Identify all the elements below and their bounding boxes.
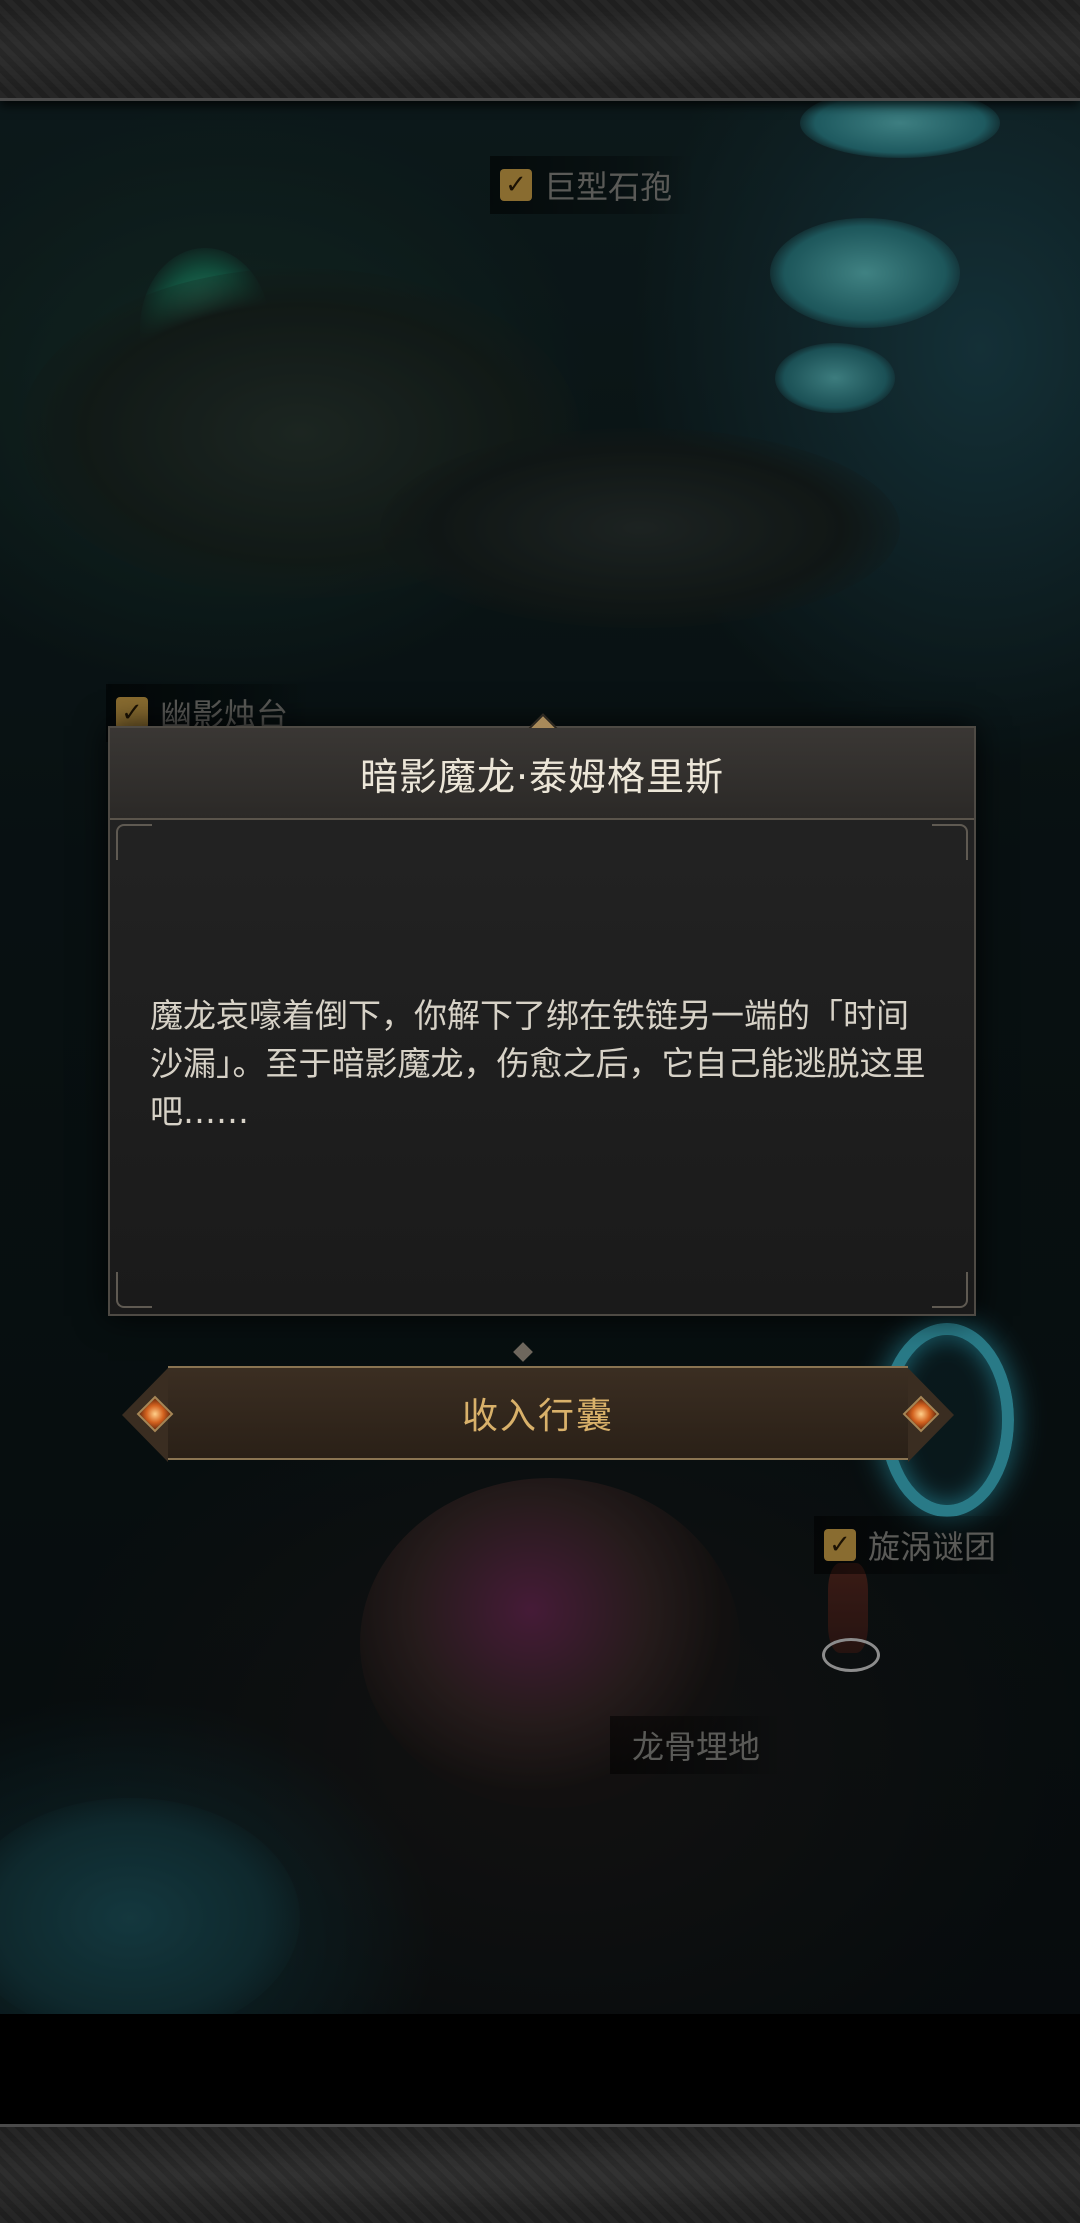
collect-to-bag-button[interactable]: 收入行囊	[122, 1366, 954, 1462]
corner-ornament	[932, 824, 968, 860]
corner-ornament	[116, 1272, 152, 1308]
top-ornate-frame	[0, 0, 1080, 101]
dialog-title: 暗影魔龙·泰姆格里斯	[359, 754, 725, 799]
bottom-ornate-frame	[0, 2124, 1080, 2223]
corner-ornament	[116, 824, 152, 860]
bottom-black-strip	[0, 2014, 1080, 2124]
event-dialog: 暗影魔龙·泰姆格里斯 魔龙哀嚎着倒下，你解下了绑在铁链另一端的「时间沙漏」。至于…	[108, 713, 976, 1316]
dialog-header: 暗影魔龙·泰姆格里斯	[110, 728, 974, 820]
corner-ornament	[932, 1272, 968, 1308]
dialog-body-text: 魔龙哀嚎着倒下，你解下了绑在铁链另一端的「时间沙漏」。至于暗影魔龙，伤愈之后，它…	[150, 996, 926, 1131]
button-label: 收入行囊	[461, 1396, 614, 1437]
